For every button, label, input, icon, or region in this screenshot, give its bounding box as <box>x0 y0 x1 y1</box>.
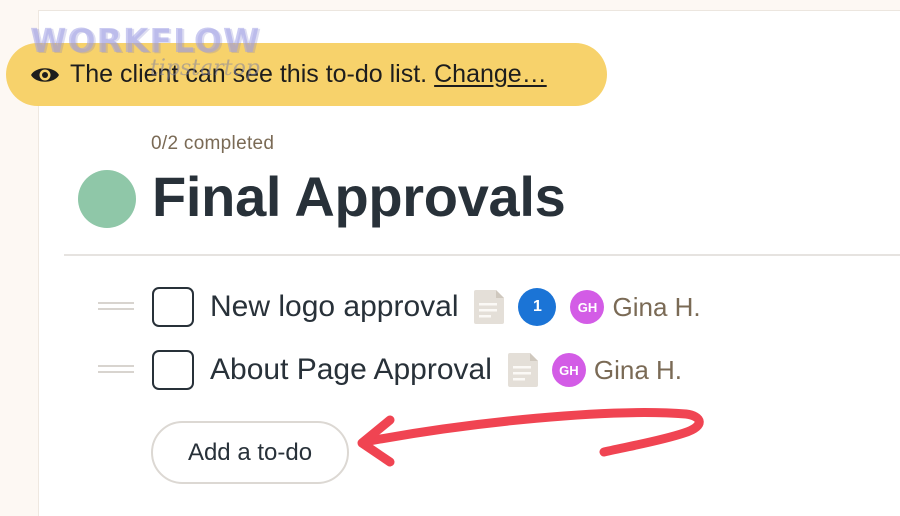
completion-progress: 0/2 completed <box>151 133 275 154</box>
change-visibility-link[interactable]: Change… <box>434 60 547 89</box>
assignee-name: Gina H. <box>593 354 683 385</box>
todo-checkbox[interactable] <box>152 350 194 390</box>
drag-handle-icon[interactable] <box>98 301 134 313</box>
todo-label[interactable]: About Page Approval <box>210 353 492 387</box>
list-title[interactable]: Final Approvals <box>152 164 566 229</box>
red-arrow-annotation <box>357 408 704 467</box>
notes-icon <box>506 352 540 388</box>
avatar: GH <box>570 290 605 324</box>
add-todo-button[interactable]: Add a to-do <box>151 421 349 484</box>
banner-text: The client can see this to-do list. <box>70 60 428 88</box>
todo-label[interactable]: New logo approval <box>210 290 458 324</box>
list-color-dot <box>78 170 136 228</box>
drag-handle-icon[interactable] <box>98 364 134 376</box>
notes-icon <box>472 289 506 325</box>
todo-item[interactable]: About Page Approval GH Gina H. <box>98 348 682 392</box>
assignee-name: Gina H. <box>612 291 701 322</box>
comment-count-badge[interactable]: 1 <box>518 288 557 326</box>
todo-item[interactable]: New logo approval 1 GH Gina H. <box>98 285 701 329</box>
divider <box>64 254 900 256</box>
client-visibility-banner: The client can see this to-do list. Chan… <box>6 43 607 106</box>
todo-checkbox[interactable] <box>152 287 194 327</box>
eye-icon <box>30 64 60 86</box>
avatar: GH <box>551 353 586 387</box>
